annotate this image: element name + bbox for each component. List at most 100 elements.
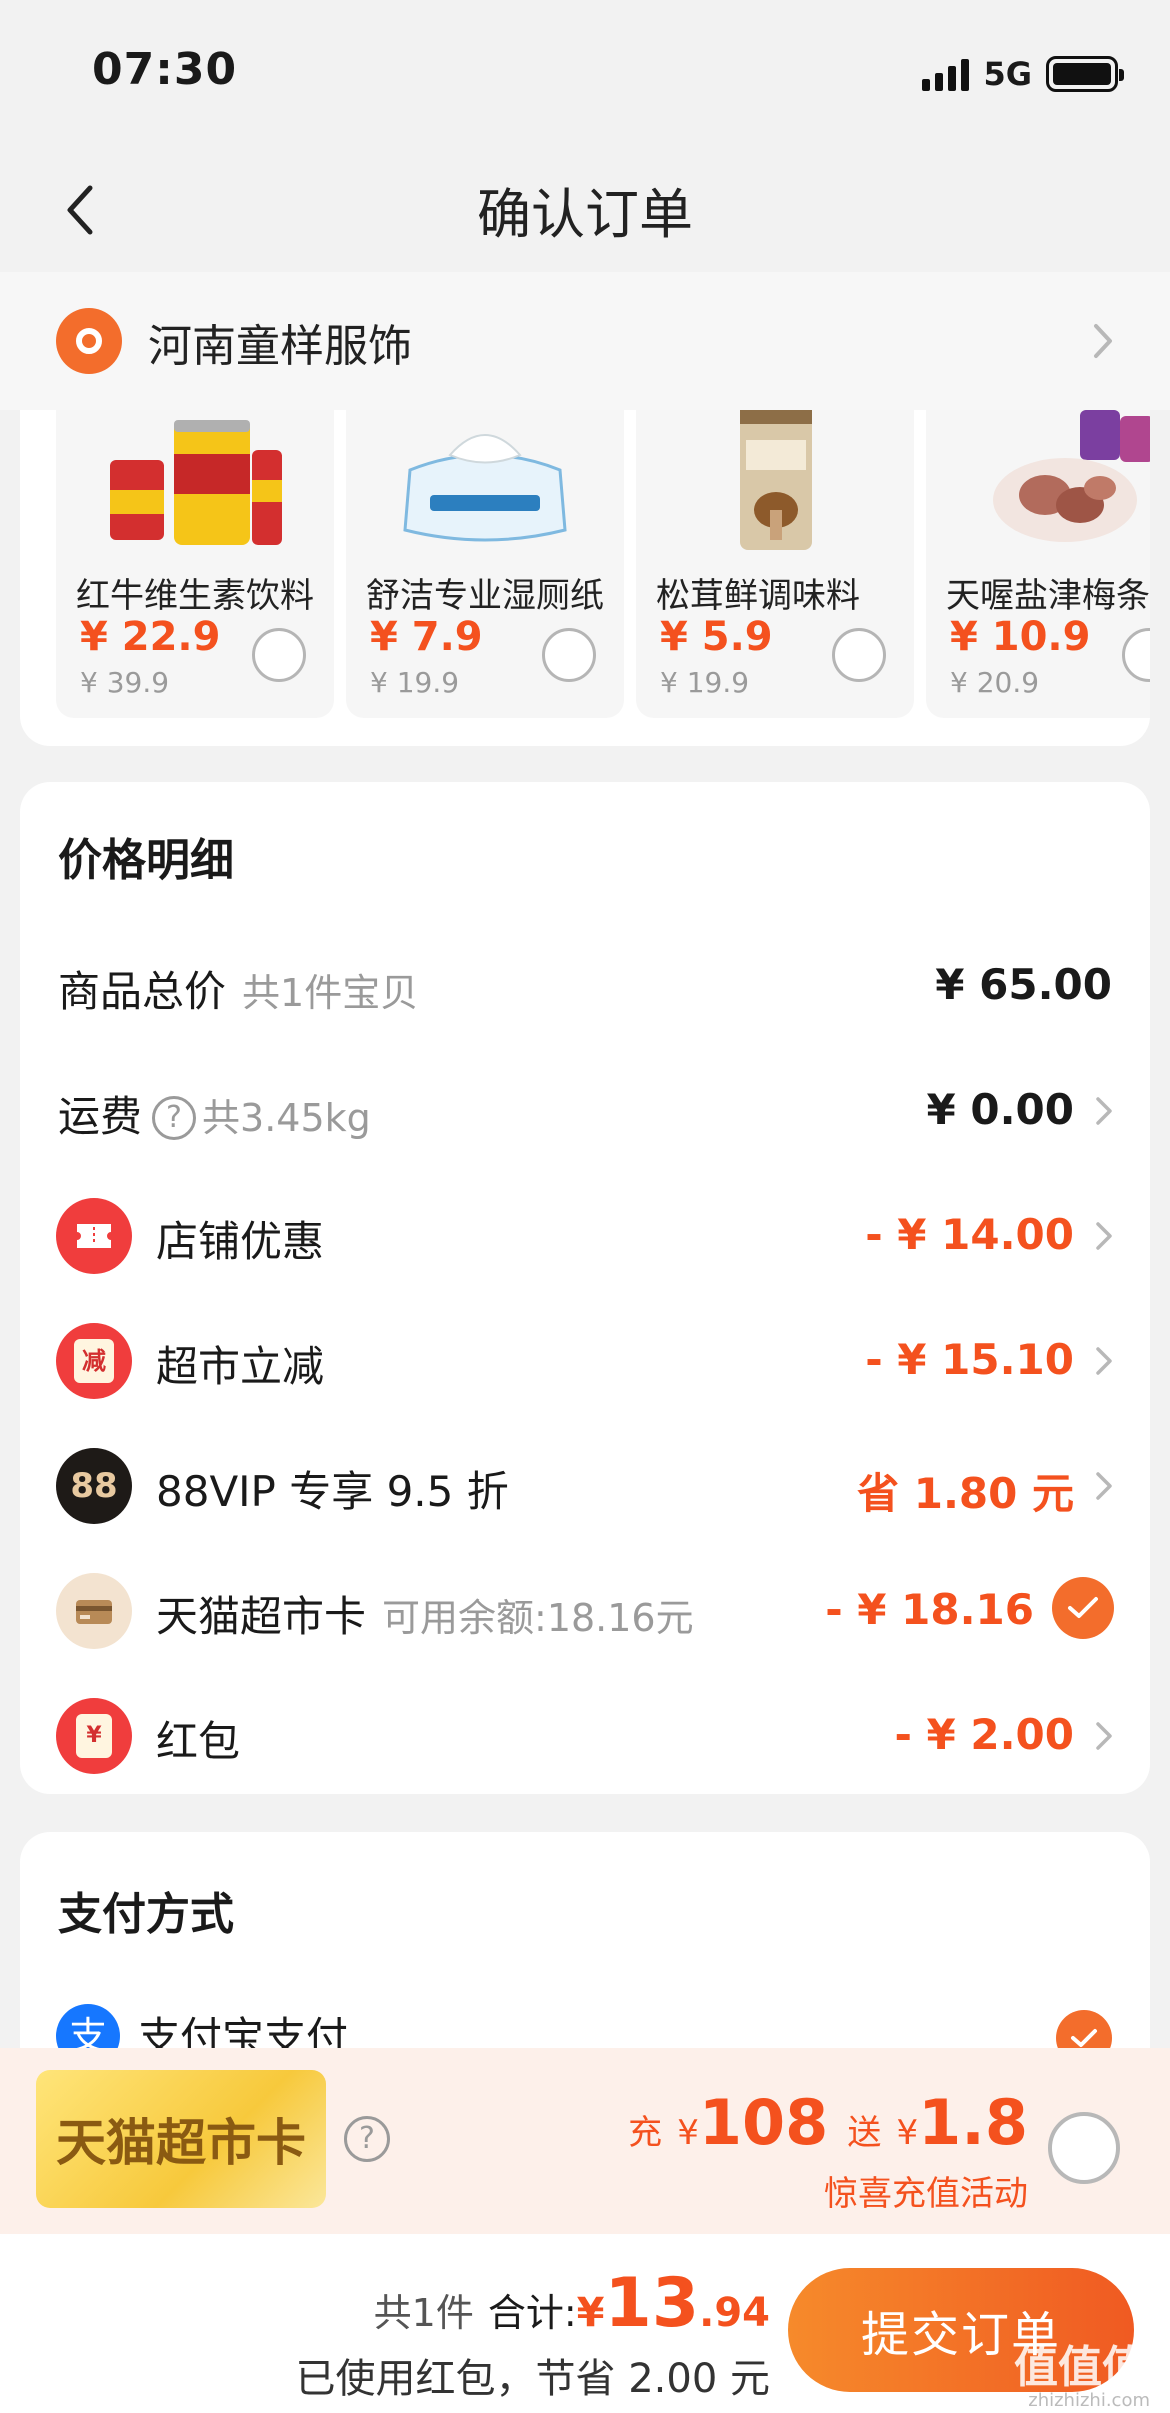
vip-value: 省 1.80 元 [857,1469,1074,1518]
recharge-offer: 充 ¥108 送 ¥1.8 [628,2086,1028,2159]
vip-icon-text: 88 [70,1466,118,1506]
check-icon [1071,2029,1097,2047]
product-strip[interactable]: 红牛维生素饮料 ¥ 22.9 ¥ 39.9 舒洁专业湿厕纸 ¥ 7.9 ¥ 19… [56,410,1150,718]
chevron-right-icon [1096,1472,1112,1500]
checkout-bar: 共1件 合计:¥13.94 已使用红包，节省 2.00 元 提交订单 值值值 zh… [0,2234,1170,2413]
red-packet-icon-text: ¥ [76,1714,112,1758]
recharge-subtitle: 惊喜充值活动 [824,2174,1028,2214]
card-icon [56,1573,132,1649]
product-card[interactable]: 红牛维生素饮料 ¥ 22.9 ¥ 39.9 [56,410,334,718]
total-decimal: .94 [699,2290,770,2336]
card-value: - ¥ 18.16 [825,1585,1034,1634]
coupon-icon [56,1198,132,1274]
chevron-right-icon [1096,1347,1112,1375]
row-market-discount[interactable]: 减 超市立减 - ¥ 15.10 [20,1305,1150,1415]
card-balance: 可用余额:18.16元 [382,1596,694,1640]
product-name: 舒洁专业湿厕纸 [366,576,604,616]
product-card[interactable]: 舒洁专业湿厕纸 ¥ 7.9 ¥ 19.9 [346,410,624,718]
shipping-value: ¥ 0.00 [926,1085,1074,1134]
vip-label: 88VIP 专享 9.5 折 [156,1467,509,1516]
row-88vip[interactable]: 88 88VIP 专享 9.5 折 省 1.80 元 [20,1430,1150,1540]
gift-prefix: 送 [847,2113,882,2153]
address-row[interactable]: 河南童样服饰 [0,272,1170,410]
card-label: 天猫超市卡 [156,1592,367,1641]
row-red-packet[interactable]: ¥ 红包 - ¥ 2.00 [20,1680,1150,1790]
watermark-logo: 值值值 [1014,2342,1146,2393]
product-select-radio[interactable] [542,628,596,682]
discount-icon-text: 减 [74,1339,114,1383]
product-select-radio[interactable] [832,628,886,682]
product-price: ¥ 5.9 [660,614,773,660]
recharge-prefix: 充 [628,2113,663,2153]
row-tmall-card[interactable]: 天猫超市卡 可用余额:18.16元 - ¥ 18.16 [20,1555,1150,1665]
chevron-right-icon [1096,1722,1112,1750]
address-name: 河南童样服饰 [148,321,412,372]
row-item-total: 商品总价 共1件宝贝 ¥ 65.00 [20,930,1150,1040]
card-checkbox[interactable] [1052,1577,1114,1639]
gift-currency: ¥ [896,2113,919,2153]
nav-bar: 确认订单 [0,140,1170,272]
product-original-price: ¥ 39.9 [80,666,170,699]
product-name: 天喔盐津梅条 [946,576,1150,616]
watermark-site: zhizhizhi.com [1028,2390,1150,2411]
total-integer: 13 [604,2264,700,2343]
product-image-plums [993,410,1150,542]
product-original-price: ¥ 19.9 [660,666,750,699]
recharge-promo-banner[interactable]: 天猫超市卡 ? 充 ¥108 送 ¥1.8 惊喜充值活动 [0,2048,1170,2234]
recharge-currency: ¥ [677,2113,699,2153]
product-image-seasoning [740,410,812,550]
store-discount-label: 店铺优惠 [156,1217,325,1266]
chevron-right-icon [1096,1097,1112,1125]
chevron-right-icon [1096,1222,1112,1250]
total-value: ¥ 65.00 [935,960,1112,1009]
chevron-right-icon [1094,324,1112,358]
market-discount-label: 超市立减 [156,1342,325,1391]
total-currency: ¥ [576,2290,605,2336]
help-icon[interactable]: ? [344,2116,390,2162]
total-label: 商品总价 [58,967,227,1016]
network-label: 5G [983,55,1032,93]
row-shipping[interactable]: 运费? 共3.45kg ¥ 0.00 [20,1055,1150,1165]
product-original-price: ¥ 19.9 [370,666,460,699]
shipping-label: 运费 [58,1092,143,1141]
battery-icon [1046,56,1124,92]
shipping-sub: 共3.45kg [202,1096,371,1140]
item-count: 共1件 [373,2291,474,2335]
check-icon [1068,1597,1098,1618]
red-packet-label: 红包 [156,1717,241,1766]
payment-title: 支付方式 [58,1889,234,1940]
product-image-redbull [110,420,282,545]
signal-icon [922,57,970,91]
product-price: ¥ 10.9 [950,614,1091,660]
tmall-card-badge: 天猫超市卡 [36,2070,326,2208]
recharge-amount: 108 [698,2086,829,2159]
product-select-radio[interactable] [252,628,306,682]
store-discount-value: - ¥ 14.00 [865,1210,1074,1259]
market-discount-value: - ¥ 15.10 [865,1335,1074,1384]
product-image-wipes [403,434,567,542]
product-original-price: ¥ 20.9 [950,666,1040,699]
help-icon[interactable]: ? [152,1096,197,1140]
product-card[interactable]: 松茸鲜调味料 ¥ 5.9 ¥ 19.9 [636,410,914,718]
red-packet-value: - ¥ 2.00 [894,1710,1074,1759]
row-store-discount[interactable]: 店铺优惠 - ¥ 14.00 [20,1180,1150,1290]
status-time: 07:30 [92,44,238,95]
recharge-radio[interactable] [1048,2112,1120,2184]
red-packet-icon: ¥ [56,1698,132,1774]
status-bar: 07:30 5G [0,0,1170,140]
total-sub: 共1件宝贝 [242,971,419,1015]
total-label: 合计: [487,2291,577,2335]
price-detail-card: 价格明细 商品总价 共1件宝贝 ¥ 65.00 运费? 共3.45kg ¥ 0.00… [20,782,1150,1794]
page-title: 确认订单 [477,183,693,246]
addon-products-card: 红牛维生素饮料 ¥ 22.9 ¥ 39.9 舒洁专业湿厕纸 ¥ 7.9 ¥ 19… [20,410,1150,746]
product-price: ¥ 22.9 [80,614,221,660]
product-select-radio[interactable] [1122,628,1150,682]
product-card[interactable]: 天喔盐津梅条 ¥ 10.9 ¥ 20.9 [926,410,1150,718]
discount-icon: 减 [56,1323,132,1399]
product-name: 松茸鲜调味料 [656,576,860,616]
product-name: 红牛维生素饮料 [76,576,314,616]
status-icons: 5G [922,52,1124,96]
saved-note: 已使用红包，节省 2.00 元 [295,2356,771,2402]
order-total: 共1件 合计:¥13.94 [374,2264,770,2343]
product-price: ¥ 7.9 [370,614,483,660]
